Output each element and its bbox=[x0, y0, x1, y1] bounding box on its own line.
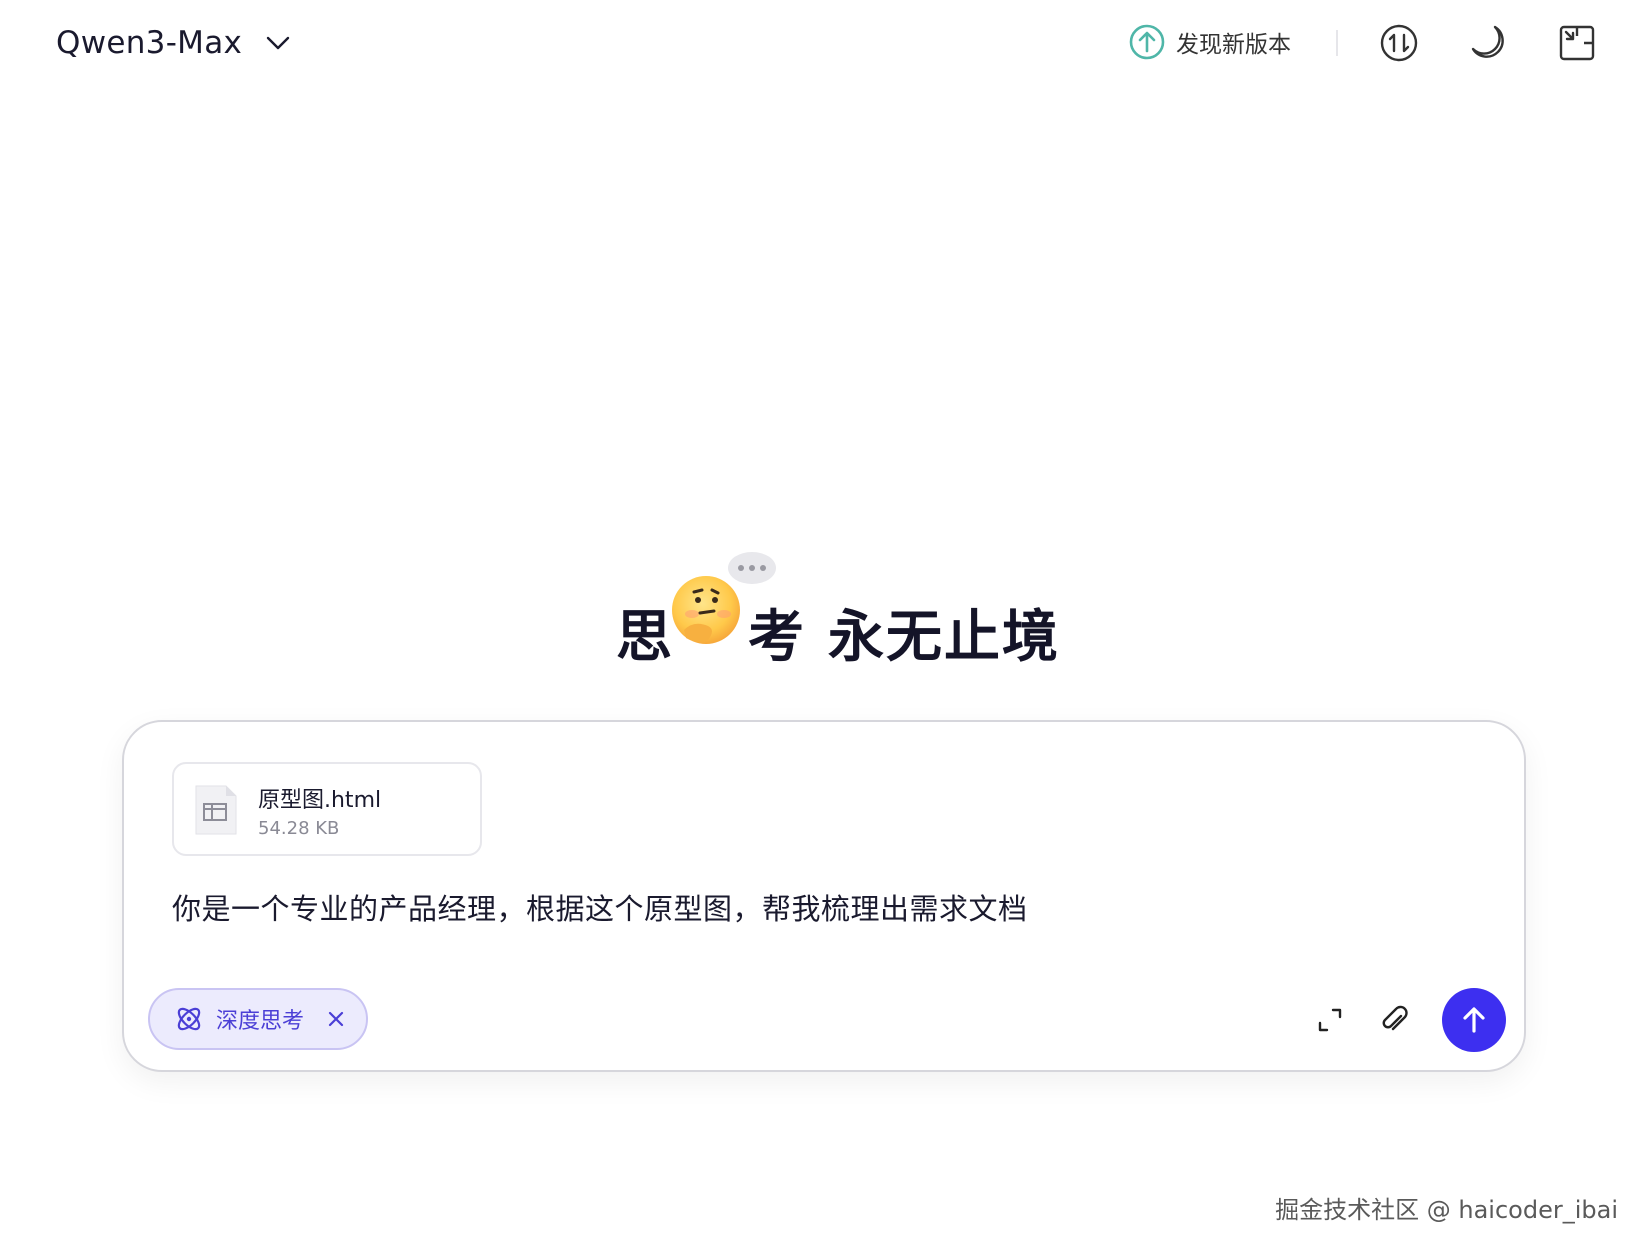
sync-icon bbox=[1379, 23, 1419, 63]
deep-think-chip[interactable]: 深度思考 bbox=[148, 988, 369, 1050]
hero-title-rest: 永无止境 bbox=[828, 605, 1060, 670]
arrow-up-icon bbox=[1459, 1005, 1489, 1035]
prompt-input[interactable]: 你是一个专业的产品经理，根据这个原型图，帮我梳理出需求文档 bbox=[172, 886, 1028, 928]
attachment-card[interactable]: 原型图.html 54.28 KB bbox=[172, 762, 482, 856]
html-file-icon bbox=[192, 784, 238, 836]
attachment-name: 原型图.html bbox=[258, 788, 382, 813]
hero-section: 思 考 永无止境 bbox=[0, 548, 1638, 670]
attachment-size: 54.28 KB bbox=[258, 818, 340, 839]
hero-title-first: 思 bbox=[616, 605, 674, 670]
expand-button[interactable] bbox=[1310, 1000, 1350, 1040]
chat-composer: 原型图.html 54.28 KB 你是一个专业的产品经理，根据这个原型图，帮我… bbox=[122, 720, 1526, 1072]
theme-toggle-button[interactable] bbox=[1466, 22, 1508, 64]
model-name: Qwen3-Max bbox=[56, 25, 243, 61]
header-divider bbox=[1336, 30, 1338, 56]
close-icon[interactable] bbox=[324, 1007, 348, 1031]
expand-icon bbox=[1316, 1006, 1344, 1034]
update-label: 发现新版本 bbox=[1176, 32, 1291, 58]
app-page: Qwen3-Max 发现新版本 思 考 永无止境 原型图.html 54.28 … bbox=[0, 0, 1638, 1242]
moon-icon bbox=[1467, 23, 1507, 63]
update-available-button[interactable]: 发现新版本 bbox=[1128, 22, 1291, 62]
deep-think-label: 深度思考 bbox=[216, 1009, 305, 1034]
send-button[interactable] bbox=[1442, 988, 1506, 1052]
attach-button[interactable] bbox=[1374, 1000, 1414, 1040]
hero-title-second: 考 bbox=[748, 605, 806, 670]
model-selector[interactable]: Qwen3-Max bbox=[56, 18, 292, 68]
arrow-up-circle-icon bbox=[1128, 23, 1166, 61]
collapse-window-icon bbox=[1558, 24, 1596, 62]
chevron-down-icon bbox=[264, 29, 292, 57]
paperclip-icon bbox=[1379, 1005, 1409, 1035]
watermark: 掘金技术社区 @ haicoder_ibai bbox=[1275, 1196, 1618, 1224]
top-bar: Qwen3-Max 发现新版本 bbox=[0, 0, 1638, 84]
hero-title: 思 考 永无止境 bbox=[616, 592, 1060, 673]
atom-icon bbox=[174, 1004, 204, 1034]
sync-button[interactable] bbox=[1378, 22, 1420, 64]
layout-toggle-button[interactable] bbox=[1556, 22, 1598, 64]
